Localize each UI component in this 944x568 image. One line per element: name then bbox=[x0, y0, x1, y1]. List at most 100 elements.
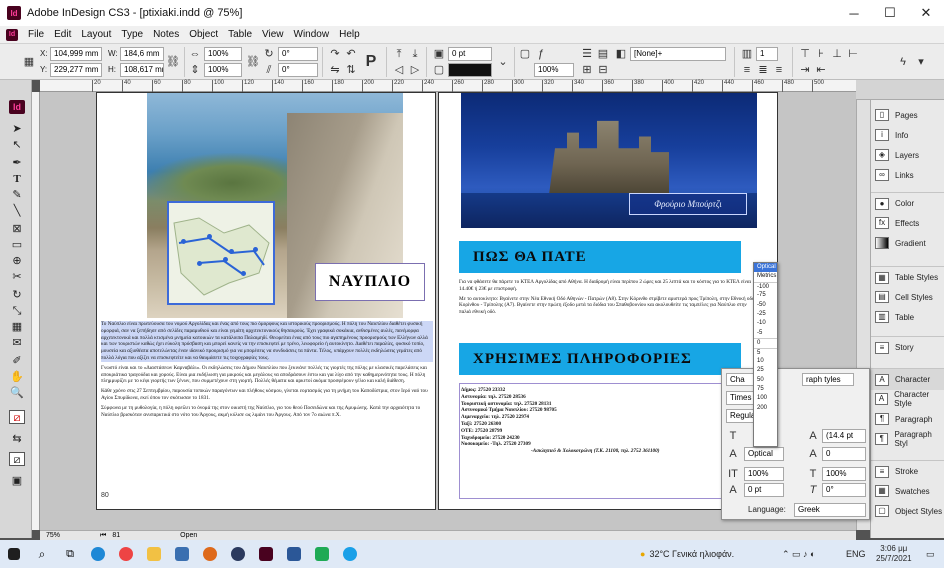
clock[interactable]: 3:06 μμ 25/7/2021 bbox=[876, 540, 912, 568]
y-position-field[interactable]: 229,277 mm bbox=[50, 63, 102, 77]
rotate-90-cw-icon[interactable]: ↷ bbox=[328, 47, 342, 61]
kerning-option[interactable]: 10 bbox=[754, 357, 777, 366]
dock-links[interactable]: ∞ Links bbox=[871, 164, 944, 186]
stroke-type-field[interactable] bbox=[448, 63, 492, 77]
align-icon[interactable]: ▤ bbox=[596, 47, 610, 61]
pencil-tool-icon[interactable]: ✎ bbox=[9, 188, 25, 202]
greenapp-icon[interactable] bbox=[308, 540, 336, 568]
menu-type[interactable]: Type bbox=[116, 29, 148, 40]
word-icon[interactable] bbox=[280, 540, 308, 568]
page-nav-first-icon[interactable]: ⏮ bbox=[100, 532, 106, 540]
kerning-option[interactable]: 100 bbox=[754, 394, 777, 403]
fx-effects-icon[interactable]: ƒ bbox=[534, 47, 548, 61]
steam-icon[interactable] bbox=[224, 540, 252, 568]
type-tool-icon[interactable]: T bbox=[9, 172, 25, 186]
pen-tool-icon[interactable]: ✒ bbox=[9, 156, 25, 170]
font-style-select[interactable]: Regular bbox=[726, 409, 756, 423]
align-bottom-icon[interactable]: ⊥ bbox=[830, 47, 844, 61]
language-indicator[interactable]: ENG bbox=[846, 540, 866, 568]
columns-field[interactable]: 1 bbox=[756, 47, 778, 61]
weather-widget[interactable]: ● 32°C Γενικά ηλιοφάν. bbox=[640, 540, 734, 568]
stroke-type-dropdown-icon[interactable]: ⌄ bbox=[496, 55, 510, 69]
skype-icon[interactable] bbox=[336, 540, 364, 568]
line-tool-icon[interactable]: ╲ bbox=[9, 204, 25, 218]
swap-fill-stroke-icon[interactable]: ⇆ bbox=[9, 432, 25, 446]
kerning-option[interactable]: -75 bbox=[754, 291, 777, 300]
directions-text[interactable]: Για να φθάσετε θα πάρετε το ΚΤΕΛ Αργολίδ… bbox=[459, 279, 757, 327]
notifications-icon[interactable]: ▭ bbox=[926, 540, 935, 568]
kerning-option[interactable]: Optical bbox=[754, 263, 777, 273]
fitting-icon[interactable]: ⊞ bbox=[580, 63, 594, 77]
align-right-icon[interactable]: ≡ bbox=[772, 63, 786, 77]
start-button[interactable] bbox=[0, 540, 28, 568]
stroke-weight-field[interactable]: 0 pt bbox=[448, 47, 492, 61]
menu-file[interactable]: File bbox=[23, 29, 49, 40]
object-style-select[interactable]: [None]+ bbox=[630, 47, 726, 61]
dock-layers[interactable]: ◈ Layers bbox=[871, 144, 944, 166]
constrain-proportions-icon[interactable]: ⛓ bbox=[166, 55, 180, 69]
dock-table[interactable]: ▥ Table bbox=[871, 306, 944, 328]
dock-color[interactable]: ● Color bbox=[871, 192, 944, 214]
dock-swatches[interactable]: ▦ Swatches bbox=[871, 480, 944, 502]
menu-table[interactable]: Table bbox=[223, 29, 257, 40]
gradient-tool-icon[interactable]: ▦ bbox=[9, 320, 25, 334]
photos-icon[interactable] bbox=[168, 540, 196, 568]
dock-pages[interactable]: ▯ Pages bbox=[871, 104, 944, 126]
chrome-icon[interactable] bbox=[112, 540, 140, 568]
open-status[interactable]: Open bbox=[180, 532, 197, 539]
x-position-field[interactable]: 104,999 mm bbox=[50, 47, 102, 61]
character-tab[interactable]: Cha bbox=[726, 373, 756, 386]
select-content-icon[interactable]: ⤓ bbox=[408, 47, 422, 61]
how-to-get-there-heading[interactable]: ΠΩΣ ΘΑ ΠΑΤΕ bbox=[459, 241, 741, 273]
panel-menu-icon[interactable]: ▾ bbox=[914, 55, 928, 69]
maximize-button[interactable]: ☐ bbox=[872, 0, 908, 26]
measure-tool-icon[interactable]: ✋ bbox=[9, 370, 25, 384]
useful-info-heading[interactable]: ΧΡΗΣΙΜΕΣ ΠΛΗΡΟΦΟΡΙΕΣ bbox=[459, 343, 741, 375]
rectangle-frame-tool-icon[interactable]: ⊠ bbox=[9, 222, 25, 236]
rectangle-tool-icon[interactable]: ▭ bbox=[9, 238, 25, 252]
scale-y-field[interactable]: 100% bbox=[204, 63, 242, 77]
font-family-select[interactable]: Times bbox=[726, 391, 756, 405]
vertical-scale-field[interactable]: 100% bbox=[744, 467, 784, 481]
flip-vertical-icon[interactable]: ⇅ bbox=[344, 63, 358, 77]
zoom-level[interactable]: 75% bbox=[46, 532, 60, 539]
rotate-field[interactable]: 0° bbox=[278, 47, 318, 61]
baseline-shift-field[interactable]: 0 pt bbox=[744, 483, 784, 497]
select-previous-icon[interactable]: ◁ bbox=[392, 63, 406, 77]
kerning-option[interactable]: -25 bbox=[754, 310, 777, 319]
opacity-field[interactable]: 100% bbox=[534, 63, 574, 77]
dock-info[interactable]: i Info bbox=[871, 124, 944, 146]
stroke-swatch-icon[interactable]: ▢ bbox=[432, 63, 446, 77]
nafplio-title-frame[interactable]: ΝΑΥΠΛΙΟ bbox=[315, 263, 425, 301]
tracking-field[interactable]: 0 bbox=[822, 447, 866, 461]
menu-view[interactable]: View bbox=[257, 29, 289, 40]
nafplio-body-text[interactable]: Το Ναύπλιο είναι πρωτεύουσα του νομού Αρ… bbox=[101, 321, 433, 491]
align-top-icon[interactable]: ⊤ bbox=[798, 47, 812, 61]
align-vcenter-icon[interactable]: ⊦ bbox=[814, 47, 828, 61]
kerning-option[interactable]: 25 bbox=[754, 366, 777, 375]
dock-gradient[interactable]: Gradient bbox=[871, 232, 944, 254]
indesign-taskbar-icon[interactable] bbox=[252, 540, 280, 568]
kerning-dropdown-list[interactable]: Optical Metrics -100 -75 -50 -25 -10 -5 … bbox=[753, 262, 778, 447]
scissors-tool-icon[interactable]: ✂ bbox=[9, 270, 25, 284]
edge-icon[interactable] bbox=[84, 540, 112, 568]
app-icon[interactable] bbox=[196, 540, 224, 568]
dock-story[interactable]: ≡ Story bbox=[871, 336, 944, 358]
dock-character[interactable]: A Character bbox=[871, 368, 944, 390]
kerning-option[interactable]: 75 bbox=[754, 385, 777, 394]
quick-apply-icon[interactable]: ϟ bbox=[896, 55, 910, 69]
search-icon[interactable]: ⌕ bbox=[28, 540, 56, 568]
dock-character-styles[interactable]: A Character Style bbox=[871, 388, 944, 410]
dock-object-styles[interactable]: ▢ Object Styles bbox=[871, 500, 944, 522]
scale-tool-icon[interactable]: ⤡ bbox=[9, 304, 25, 318]
minimize-button[interactable]: ─ bbox=[836, 0, 872, 26]
eyedropper-tool-icon[interactable]: ✐ bbox=[9, 354, 25, 368]
horizontal-scale-field[interactable]: 100% bbox=[822, 467, 866, 481]
kerning-option[interactable]: -50 bbox=[754, 301, 777, 310]
dock-table-styles[interactable]: ▦ Table Styles bbox=[871, 266, 944, 288]
task-view-icon[interactable]: ⧉ bbox=[56, 540, 84, 568]
dock-stroke[interactable]: ≡ Stroke bbox=[871, 460, 944, 482]
kerning-option[interactable]: 200 bbox=[754, 404, 777, 413]
shear-field[interactable]: 0° bbox=[278, 63, 318, 77]
height-field[interactable]: 108,617 mm bbox=[120, 63, 164, 77]
